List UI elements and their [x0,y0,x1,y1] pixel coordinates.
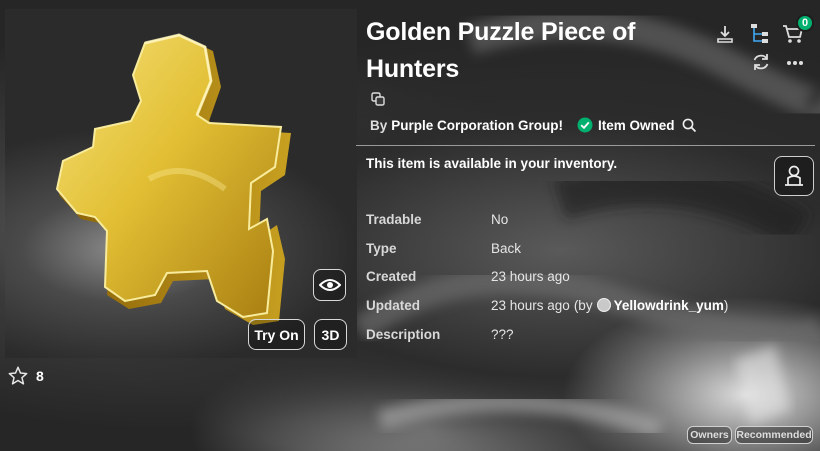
detail-value: Back [491,240,522,256]
item-details: Tradable No Type Back Created 23 hours a… [366,205,728,348]
detail-row: Type Back [366,234,728,263]
updated-by-prefix: (by [573,297,593,313]
user-avatar [596,298,611,313]
recommended-tab[interactable]: Recommended [735,426,813,444]
item-title: Golden Puzzle Piece of Hunters [366,18,636,83]
byline: By Purple Corporation Group! Item Owned [370,117,697,133]
favorite-count: 8 [36,367,44,384]
try-on-button[interactable]: Try On [248,319,305,350]
cart-count-badge: 0 [796,14,814,32]
detail-value: ??? [491,326,514,342]
view-3d-button[interactable]: 3D [314,319,347,350]
avatar-editor-button[interactable] [774,156,814,196]
detail-label: Description [366,326,441,342]
star-icon[interactable] [8,366,28,385]
detail-label: Created [366,269,417,285]
creator-link[interactable]: Purple Corporation Group! [391,118,563,133]
owned-label: Item Owned [598,117,675,133]
detail-value: 23 hours ago [491,269,570,285]
puzzle-piece-image [55,33,291,325]
copy-icon[interactable] [371,92,385,106]
search-icon[interactable] [682,118,697,133]
owned-status: Item Owned [577,117,675,133]
detail-label: Updated [366,297,420,313]
detail-label: Type [366,240,397,256]
updated-by-suffix: ) [723,297,729,313]
availability-text: This item is available in your inventory… [366,156,618,171]
detail-row: Updated 23 hours ago (by Yellowdrink_yum… [366,291,728,320]
detail-value: No [491,211,509,227]
item-preview [5,9,357,358]
eye-icon [318,279,341,291]
check-circle-icon [577,117,593,133]
detail-row: Description ??? [366,320,728,349]
detail-row: Created 23 hours ago [366,262,728,291]
owners-tab[interactable]: Owners [687,426,732,444]
hierarchy-icon[interactable] [750,23,770,45]
preview-toggle-button[interactable] [313,269,346,301]
more-icon[interactable] [786,60,804,66]
download-icon[interactable] [715,24,735,44]
detail-row: Tradable No [366,205,728,234]
refresh-icon[interactable] [751,52,771,72]
divider [356,145,815,146]
updater-user-link[interactable]: Yellowdrink_yum [614,298,724,313]
detail-label: Tradable [366,211,422,227]
favorite-control[interactable]: 8 [8,366,44,385]
updated-time: 23 hours ago [491,297,570,313]
by-label: By [370,117,388,133]
detail-value-updated: 23 hours ago (by Yellowdrink_yum ) [491,298,728,313]
avatar-icon [785,165,803,186]
